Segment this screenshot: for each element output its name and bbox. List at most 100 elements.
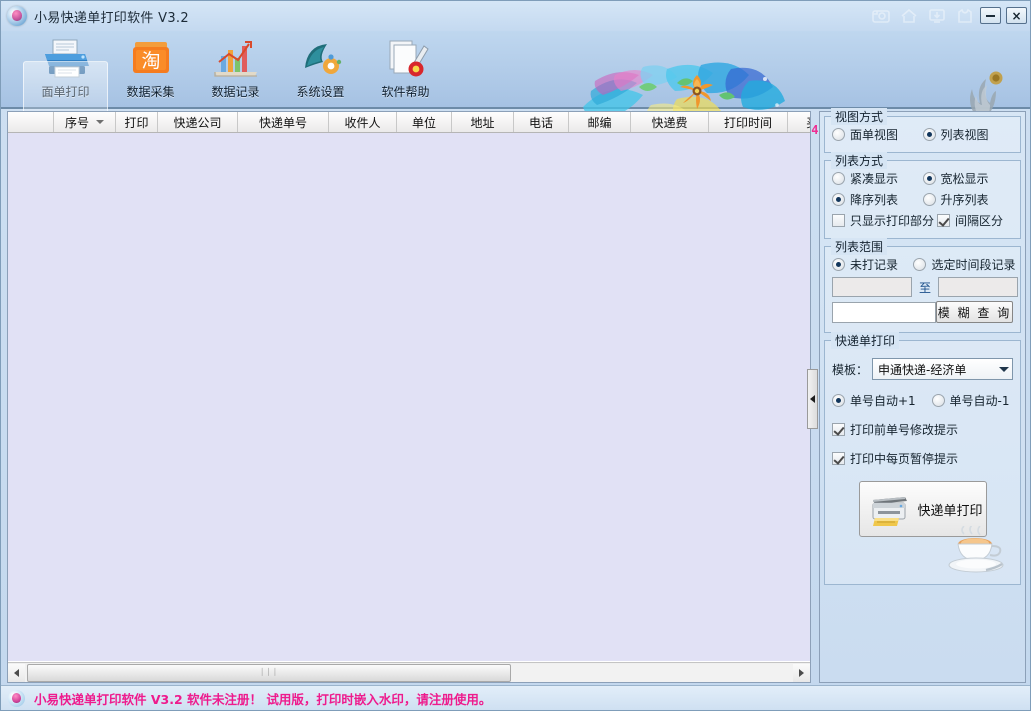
checkbox-pause-each-page-box-icon: [832, 452, 845, 465]
radio-ascending-list-label: 升序列表: [941, 191, 989, 208]
template-select-value: 申通快递-经济单: [873, 361, 966, 378]
toolbar-item-print-label: 面单打印: [41, 83, 89, 100]
checkbox-pause-each-page[interactable]: 打印中每页暂停提示: [832, 450, 1013, 467]
fuzzy-search-input[interactable]: [832, 302, 936, 323]
radio-number-auto-plus-dot-icon: [832, 394, 845, 407]
table-column-header-label: 电话: [529, 114, 553, 131]
date-to-input[interactable]: [938, 277, 1018, 297]
checkbox-interval-distinction[interactable]: 间隔区分: [937, 212, 1013, 229]
toolbar-item-help[interactable]: 软件帮助: [363, 31, 448, 107]
radio-unprinted-records-label: 未打记录: [850, 256, 898, 273]
horizontal-scroll-thumb[interactable]: ᛁᛁᛁ: [27, 664, 511, 682]
checkbox-prompt-before-print-box-icon: [832, 423, 845, 436]
home-icon[interactable]: [899, 6, 918, 25]
window-controls: ×: [980, 7, 1027, 24]
radio-time-range-records[interactable]: 选定时间段记录: [913, 256, 1013, 273]
minimize-button[interactable]: [980, 7, 1001, 24]
camera-link-icon[interactable]: [871, 6, 890, 25]
table-column-header[interactable]: 快递单号: [238, 112, 329, 132]
template-label: 模板：: [832, 361, 868, 378]
radio-compact-display[interactable]: 紧凑显示: [832, 170, 923, 187]
group-view-mode: 视图方式 面单视图 列表视图: [824, 116, 1021, 153]
panel-splitter-handle[interactable]: [807, 369, 818, 429]
radio-compact-display-dot-icon: [832, 172, 845, 185]
table-column-header-label: 邮编: [587, 114, 611, 131]
radio-face-view-label: 面单视图: [850, 126, 898, 143]
close-button[interactable]: ×: [1006, 7, 1027, 24]
radio-number-auto-minus-dot-icon: [932, 394, 945, 407]
radio-number-auto-plus[interactable]: 单号自动+1: [832, 392, 932, 409]
radio-number-auto-minus-label: 单号自动-1: [950, 392, 1010, 409]
chevron-down-icon: [999, 367, 1009, 372]
radio-loose-display[interactable]: 宽松显示: [923, 170, 1014, 187]
toolbar-item-data-collect[interactable]: 淘 数据采集: [108, 31, 193, 107]
table-column-header[interactable]: 快递公司: [158, 112, 238, 132]
table-column-header[interactable]: 收件人: [329, 112, 397, 132]
table-column-header-label: 序号: [65, 114, 89, 131]
app-flower-logo-small-icon: [8, 690, 25, 707]
scroll-left-arrow-icon[interactable]: [8, 664, 25, 682]
printer-photo-icon: [866, 487, 912, 532]
radio-unprinted-records[interactable]: 未打记录: [832, 256, 913, 273]
fuzzy-search-button[interactable]: 模 糊 查 询: [936, 301, 1013, 323]
table-body-empty[interactable]: [8, 133, 810, 661]
table-column-header-label: 打印: [124, 114, 148, 131]
horizontal-scrollbar[interactable]: ᛁᛁᛁ: [8, 662, 810, 682]
radio-list-view[interactable]: 列表视图: [923, 126, 1014, 143]
settings-gear-icon: [297, 35, 345, 80]
table-column-header[interactable]: 打印: [116, 112, 158, 132]
table-column-header[interactable]: 打印时间: [709, 112, 788, 132]
toolbar-item-data-records-label: 数据记录: [211, 83, 259, 100]
radio-list-view-label: 列表视图: [941, 126, 989, 143]
printer-icon: [39, 35, 93, 80]
express-print-button-label: 快递单打印: [918, 500, 983, 519]
group-list-mode-title: 列表方式: [831, 152, 887, 169]
table-column-header[interactable]: 电话: [514, 112, 569, 132]
toolbar-item-settings-label: 系统设置: [296, 83, 344, 100]
table-column-header[interactable]: 序号: [54, 112, 116, 132]
help-pen-icon: [382, 35, 430, 80]
radio-unprinted-records-dot-icon: [832, 258, 845, 271]
radio-time-range-records-label: 选定时间段记录: [931, 256, 1015, 273]
radio-compact-display-label: 紧凑显示: [850, 170, 898, 187]
scroll-thumb-grip-icon: ᛁᛁᛁ: [259, 668, 278, 678]
table-column-header-label: 买家ID: [806, 114, 810, 131]
group-list-mode: 列表方式 紧凑显示 宽松显示 降序列表 升序列表: [824, 160, 1021, 239]
checkbox-only-printed-label: 只显示打印部分: [850, 212, 934, 229]
radio-ascending-list[interactable]: 升序列表: [923, 191, 1014, 208]
shirt-icon[interactable]: [955, 6, 974, 25]
group-list-range: 列表范围 未打记录 选定时间段记录 至 模 糊 查 询: [824, 246, 1021, 333]
radio-number-auto-minus[interactable]: 单号自动-1: [932, 392, 1013, 409]
scroll-right-arrow-icon[interactable]: [793, 664, 810, 682]
table-column-header[interactable]: 快递费: [631, 112, 709, 132]
table-column-header[interactable]: 单位: [397, 112, 452, 132]
radio-face-view-dot-icon: [832, 128, 845, 141]
radio-descending-list[interactable]: 降序列表: [832, 191, 923, 208]
date-from-input[interactable]: [832, 277, 912, 297]
table-column-header[interactable]: [8, 112, 54, 132]
radio-time-range-records-dot-icon: [913, 258, 926, 271]
radio-face-view[interactable]: 面单视图: [832, 126, 923, 143]
sort-descending-icon[interactable]: [96, 120, 104, 124]
checkbox-interval-distinction-box-icon: [937, 214, 950, 227]
table-column-header[interactable]: 买家ID: [788, 112, 810, 132]
template-select[interactable]: 申通快递-经济单: [872, 358, 1013, 380]
taobao-icon: 淘: [127, 35, 175, 80]
download-monitor-icon[interactable]: [927, 6, 946, 25]
toolbar-item-settings[interactable]: 系统设置: [278, 31, 363, 107]
toolbar-item-print[interactable]: 面单打印: [23, 31, 108, 107]
checkbox-prompt-before-print[interactable]: 打印前单号修改提示: [832, 421, 1013, 438]
table-column-header[interactable]: 地址: [452, 112, 514, 132]
title-bar-icon-group: [871, 6, 974, 25]
records-table: 序号打印快递公司快递单号收件人单位地址电话邮编快递费打印时间买家ID订单 ᛁᛁᛁ: [7, 111, 811, 683]
table-column-header-label: 快递费: [651, 114, 687, 131]
checkbox-only-printed-box-icon: [832, 214, 845, 227]
horizontal-scroll-track[interactable]: ᛁᛁᛁ: [25, 664, 793, 682]
table-column-header-label: 收件人: [344, 114, 380, 131]
table-column-header-label: 快递单号: [259, 114, 307, 131]
toolbar-item-data-records[interactable]: 数据记录: [193, 31, 278, 107]
checkbox-only-printed[interactable]: 只显示打印部分: [832, 212, 937, 229]
radio-ascending-list-dot-icon: [923, 193, 936, 206]
group-view-mode-title: 视图方式: [831, 108, 887, 125]
table-column-header[interactable]: 邮编: [569, 112, 631, 132]
